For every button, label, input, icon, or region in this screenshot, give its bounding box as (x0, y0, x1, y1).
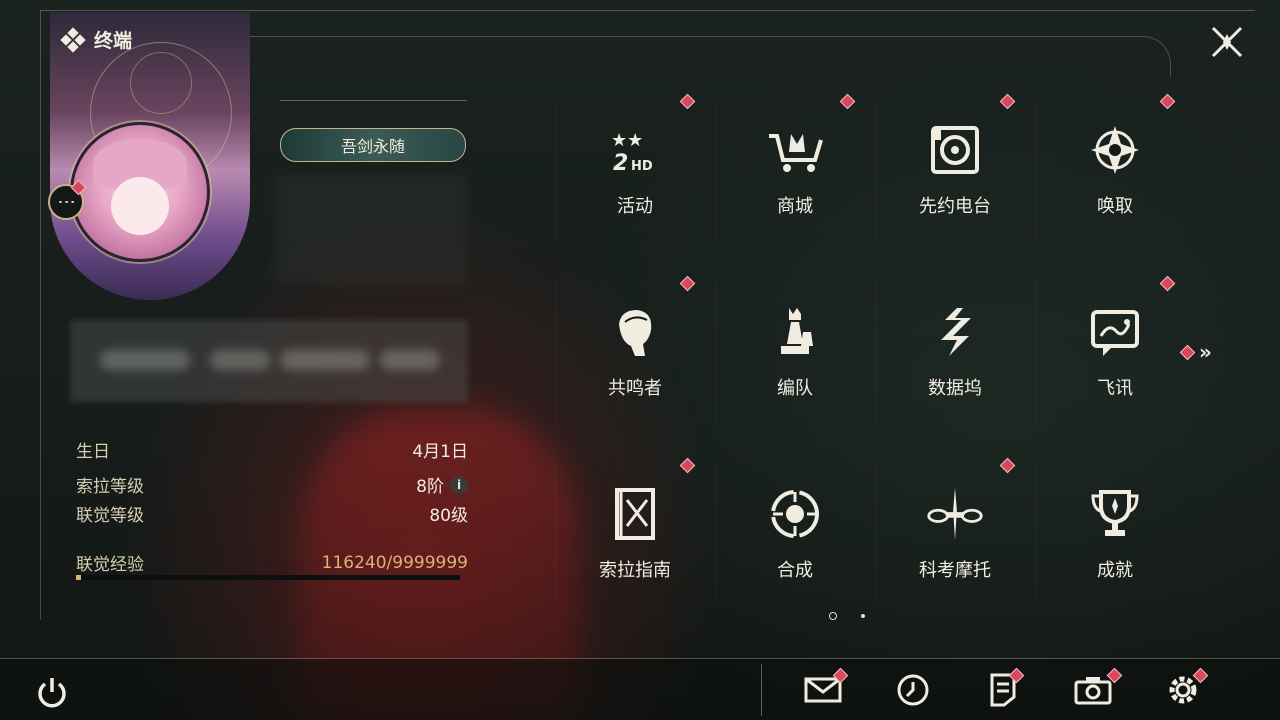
stat-value: 116240/9999999 (322, 553, 468, 573)
stat-key: 索拉等级 (76, 477, 144, 497)
stat-key: 联觉经验 (76, 555, 144, 575)
radio-icon (925, 120, 985, 180)
title-badge[interactable]: 吾剑永随 (280, 128, 466, 162)
shop-cart-icon (765, 120, 825, 180)
notice-button[interactable] (983, 667, 1025, 708)
stat-key: 生日 (76, 442, 110, 462)
svg-text:★★: ★★ (611, 130, 643, 151)
motorcycle-icon (925, 484, 985, 544)
stat-value-text: 8阶 (416, 477, 444, 497)
frame-line (40, 10, 1255, 11)
alert-dot (1179, 344, 1196, 360)
menu-item-radio[interactable]: 先约电台 (875, 93, 1035, 260)
history-button[interactable] (893, 672, 933, 708)
avatar-face (111, 177, 169, 235)
avatar[interactable] (70, 122, 210, 262)
chess-team-icon (765, 302, 825, 362)
exp-progress-fill (76, 575, 81, 580)
settings-button[interactable] (1163, 667, 1209, 708)
trophy-icon (1085, 484, 1145, 544)
synthesis-icon (765, 484, 825, 544)
menu-label: 数据坞 (928, 378, 982, 399)
power-button[interactable] (32, 672, 72, 712)
menu-item-guide[interactable]: 索拉指南 (555, 457, 715, 624)
stat-value: 8阶 i (416, 472, 468, 497)
mail-button[interactable] (803, 667, 849, 708)
close-icon (1211, 26, 1243, 58)
close-button[interactable] (1205, 20, 1249, 64)
frame-curve (250, 36, 1171, 77)
stat-union-exp: 联觉经验 116240/9999999 (76, 550, 468, 576)
stat-sola-level: 索拉等级 8阶 i (76, 472, 468, 497)
double-chevron-right-icon: » (1199, 340, 1212, 364)
terminal-title: 终端 (94, 30, 133, 52)
blurred-signature (70, 320, 468, 402)
clock-icon (897, 674, 929, 706)
next-page-button[interactable]: » (1179, 340, 1212, 364)
guide-book-icon (605, 484, 665, 544)
menu-label: 活动 (617, 196, 653, 217)
event-2hd-icon: ★★ 2 HD (605, 120, 665, 180)
blurred-name (275, 175, 467, 285)
stat-birthday: 生日 4月1日 (76, 437, 468, 462)
stat-key: 联觉等级 (76, 506, 144, 526)
camera-button[interactable] (1073, 667, 1123, 708)
menu-label: 飞讯 (1097, 378, 1133, 399)
terminal-diamond-icon (60, 26, 86, 53)
bottom-separator (761, 664, 762, 716)
camera-icon (1074, 677, 1112, 705)
menu-label: 商城 (777, 196, 813, 217)
pager-dot-2[interactable] (861, 614, 865, 618)
more-dots-icon: ⋮ (56, 193, 77, 211)
title-badge-label: 吾剑永随 (340, 137, 405, 156)
decor-ring (130, 52, 192, 114)
resonator-head-icon (605, 302, 665, 362)
menu-label: 科考摩托 (919, 560, 991, 581)
frame-line (40, 10, 41, 620)
stat-value: 4月1日 (412, 437, 468, 462)
svg-text:2: 2 (613, 151, 628, 176)
menu-label: 索拉指南 (599, 560, 671, 581)
menu-item-data-dock[interactable]: 数据坞 (875, 282, 1035, 442)
name-divider (280, 100, 467, 101)
pager-dot-1[interactable] (829, 612, 837, 620)
compass-star-icon (1085, 120, 1145, 180)
power-icon (38, 678, 66, 708)
data-dock-icon (925, 302, 985, 362)
menu-item-messages[interactable]: 飞讯 (1035, 275, 1195, 442)
stat-value-text: 80级 (429, 506, 468, 526)
stat-value: 80级 (429, 501, 468, 526)
menu-label: 共鸣者 (608, 378, 662, 399)
stat-value-text: 4月1日 (412, 442, 468, 462)
menu-label: 成就 (1097, 560, 1133, 581)
menu-item-team[interactable]: 编队 (715, 282, 875, 442)
menu-item-convene[interactable]: 唤取 (1035, 93, 1195, 260)
menu-item-motorcycle[interactable]: 科考摩托 (875, 457, 1035, 624)
svg-text:HD: HD (631, 159, 653, 174)
menu-item-synthesis[interactable]: 合成 (715, 464, 875, 624)
info-icon[interactable]: i (450, 475, 468, 494)
stat-union-level: 联觉等级 80级 (76, 501, 468, 526)
menu-label: 编队 (777, 378, 813, 399)
menu-item-activity[interactable]: ★★ 2 HD 活动 (555, 93, 715, 260)
stat-value-text: 116240/9999999 (321, 552, 468, 573)
menu-label: 先约电台 (919, 196, 991, 217)
menu-label: 唤取 (1097, 196, 1133, 217)
terminal-header: 终端 (60, 26, 133, 53)
menu-item-shop[interactable]: 商城 (715, 93, 875, 260)
menu-label: 合成 (777, 560, 813, 581)
menu-item-resonator[interactable]: 共鸣者 (555, 275, 715, 442)
menu-item-achievements[interactable]: 成就 (1035, 464, 1195, 624)
chat-message-icon (1085, 302, 1145, 362)
exp-progress-bar (76, 575, 460, 580)
